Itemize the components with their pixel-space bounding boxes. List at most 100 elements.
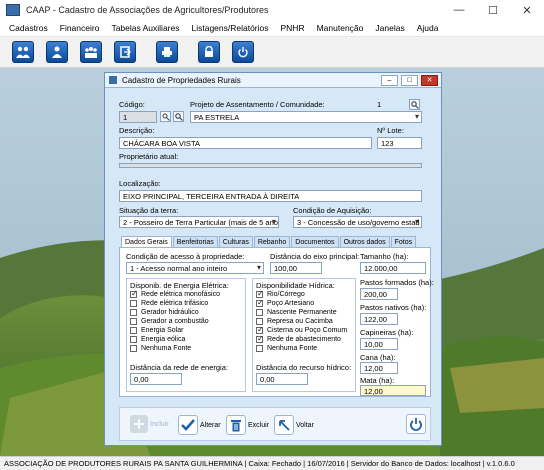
- energia-group: Disponib. de Energia Elétrica: Rede elét…: [126, 278, 246, 392]
- exit-door-icon[interactable]: [114, 41, 136, 63]
- close-button[interactable]: ✕: [510, 0, 544, 20]
- print-icon[interactable]: [156, 41, 178, 63]
- dist-hidrico-field[interactable]: 0,00: [256, 373, 308, 385]
- checkbox[interactable]: [130, 345, 137, 352]
- descricao-label: Descrição:: [119, 126, 155, 135]
- pastos-nativos-label: Pastos nativos (ha):: [360, 303, 427, 312]
- checkbox[interactable]: [130, 336, 137, 343]
- title-bar: CAAP - Cadastro de Associações de Agricu…: [0, 0, 544, 20]
- users-icon[interactable]: [12, 41, 34, 63]
- dist-eixo-label: Distância do eixo principal:: [270, 252, 360, 261]
- menu-janelas[interactable]: Janelas: [375, 23, 404, 33]
- hidrica-option[interactable]: Cisterna ou Poço Comum: [256, 325, 347, 334]
- pastos-formados-field[interactable]: 200,00: [360, 288, 398, 300]
- proprietario-field[interactable]: [119, 163, 422, 168]
- checkbox[interactable]: [256, 334, 264, 343]
- energia-option[interactable]: Energia eólica: [130, 336, 185, 343]
- user-icon[interactable]: [46, 41, 68, 63]
- checkbox[interactable]: [256, 298, 264, 307]
- power-icon: [406, 414, 426, 434]
- power-icon[interactable]: [232, 41, 254, 63]
- dist-eixo-field[interactable]: 100,00: [270, 262, 322, 274]
- menu-ajuda[interactable]: Ajuda: [417, 23, 439, 33]
- codigo-field[interactable]: 1: [119, 111, 157, 123]
- capineiras-field[interactable]: 10,00: [360, 338, 398, 350]
- lookup-icon[interactable]: [160, 111, 171, 122]
- nlote-field[interactable]: 123: [377, 137, 422, 149]
- dist-energia-field[interactable]: 0,00: [130, 373, 182, 385]
- group-icon[interactable]: [80, 41, 102, 63]
- checkbox[interactable]: [256, 289, 264, 298]
- mata-field[interactable]: 12,00: [360, 385, 426, 396]
- voltar-button[interactable]: Voltar: [274, 415, 314, 435]
- lock-icon[interactable]: [198, 41, 220, 63]
- aquisicao-select[interactable]: 3 - Concessão de uso/governo estad: [293, 216, 422, 228]
- hidrica-option[interactable]: Nascente Permanente: [256, 309, 337, 316]
- incluir-button[interactable]: Incluir: [130, 415, 169, 433]
- checkbox[interactable]: [130, 327, 137, 334]
- energia-option[interactable]: Rede elétrica monofásico: [130, 289, 220, 298]
- projeto-number: 1: [377, 100, 382, 109]
- hidrica-option[interactable]: Poço Artesiano: [256, 298, 314, 307]
- form-close-button[interactable]: ✕: [421, 74, 438, 86]
- menu-listagens-relatorios[interactable]: Listagens/Relatórios: [191, 23, 268, 33]
- energia-option[interactable]: Energia Solar: [130, 327, 183, 334]
- energia-option[interactable]: Gerador hidráulico: [130, 309, 199, 316]
- projeto-label: Projeto de Assentamento / Comunidade:: [190, 100, 325, 109]
- action-bar: Incluir Alterar Excluir Voltar: [119, 407, 431, 441]
- energia-option[interactable]: Nenhuma Fonte: [130, 345, 191, 352]
- alterar-button[interactable]: Alterar: [178, 415, 221, 435]
- codigo-label: Código:: [119, 100, 145, 109]
- checkbox[interactable]: [130, 289, 138, 298]
- search-icon[interactable]: [173, 111, 184, 122]
- checkmark-icon: [178, 415, 198, 435]
- checkbox[interactable]: [130, 318, 137, 325]
- checkbox[interactable]: [256, 318, 263, 325]
- proprietario-label: Proprietário atual:: [119, 152, 179, 161]
- dist-hidrico-label: Distância do recurso hídrico:: [256, 363, 352, 372]
- energia-option[interactable]: Rede elétrica trifásico: [130, 300, 208, 307]
- menu-financeiro[interactable]: Financeiro: [60, 23, 100, 33]
- hidrica-option[interactable]: Rede de abastecimento: [256, 334, 341, 343]
- menu-manutencao[interactable]: Manutenção: [317, 23, 364, 33]
- form-title: Cadastro de Propriedades Rurais: [122, 75, 241, 85]
- situacao-select[interactable]: 2 - Posseiro de Terra Particular (mais d…: [119, 216, 279, 228]
- projeto-search-icon[interactable]: [409, 99, 420, 110]
- menu-cadastros[interactable]: Cadastros: [9, 23, 48, 33]
- form-maximize-button[interactable]: □: [401, 74, 418, 86]
- checkbox[interactable]: [256, 345, 263, 352]
- maximize-button[interactable]: ☐: [476, 0, 510, 20]
- menu-tabelas-auxiliares[interactable]: Tabelas Auxiliares: [111, 23, 179, 33]
- localizacao-field[interactable]: EIXO PRINCIPAL, TERCEIRA ENTRADA À DIREI…: [119, 190, 422, 202]
- nlote-label: Nº Lote:: [377, 126, 404, 135]
- form-title-bar: Cadastro de Propriedades Rurais – □ ✕: [105, 73, 441, 88]
- hidrica-title: Disponibilidade Hídrica:: [256, 281, 335, 290]
- localizacao-label: Localização:: [119, 179, 161, 188]
- checkbox[interactable]: [130, 309, 137, 316]
- acesso-select[interactable]: 1 - Acesso normal ano inteiro: [126, 262, 264, 274]
- cana-field[interactable]: 12,00: [360, 362, 398, 374]
- form-power-button[interactable]: [406, 414, 428, 434]
- checkbox[interactable]: [256, 309, 263, 316]
- pastos-nativos-field[interactable]: 122,00: [360, 313, 398, 325]
- hidrica-option[interactable]: Rio/Córrego: [256, 289, 305, 298]
- minimize-button[interactable]: —: [442, 0, 476, 20]
- mata-label: Mata (ha):: [360, 376, 395, 385]
- status-bar: ASSOCIAÇÃO DE PRODUTORES RURAIS PA SANTA…: [0, 456, 544, 470]
- tamanho-field[interactable]: 12.000,00: [360, 262, 426, 274]
- checkbox[interactable]: [256, 325, 264, 334]
- hidrica-option[interactable]: Represa ou Cacimba: [256, 318, 333, 325]
- form-minimize-button[interactable]: –: [381, 74, 398, 86]
- hidrica-option[interactable]: Nenhuma Fonte: [256, 345, 317, 352]
- checkbox[interactable]: [130, 300, 137, 307]
- property-form-window: Cadastro de Propriedades Rurais – □ ✕ Có…: [104, 72, 442, 446]
- menu-pnhr[interactable]: PNHR: [281, 23, 305, 33]
- energia-option[interactable]: Gerador a combustão: [130, 318, 209, 325]
- tab-strip: Dados Gerais Benfeitorias Culturas Reban…: [121, 236, 417, 249]
- excluir-button[interactable]: Excluir: [226, 415, 269, 435]
- menu-bar: Cadastros Financeiro Tabelas Auxiliares …: [0, 20, 544, 37]
- descricao-field[interactable]: CHÁCARA BOA VISTA: [119, 137, 372, 149]
- energia-title: Disponib. de Energia Elétrica:: [130, 281, 229, 290]
- projeto-select[interactable]: PA ESTRELA: [190, 111, 422, 123]
- aquisicao-label: Condição de Aquisição:: [293, 206, 372, 215]
